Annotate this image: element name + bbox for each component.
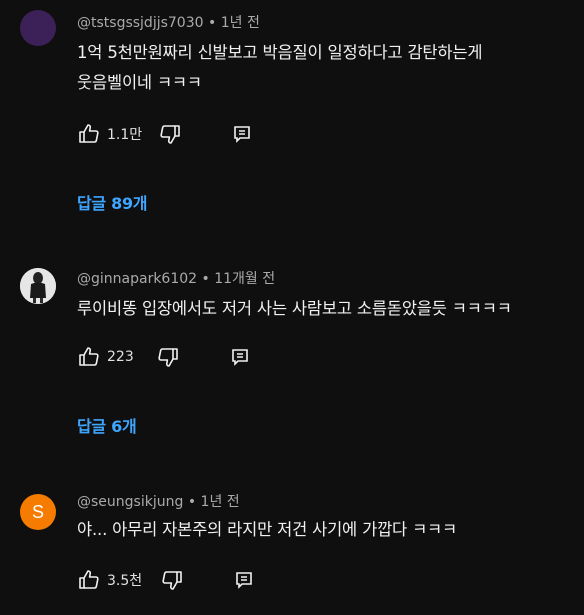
like-count: 3.5천 <box>107 573 143 589</box>
comment-time[interactable]: 11개월 전 <box>214 271 275 287</box>
comment-text: 야... 아무리 자본주의 라지만 저건 사기에 가깝다 ㅋㅋㅋ <box>77 515 567 545</box>
comment-text: 루이비똥 입장에서도 저거 사는 사람보고 소름돋았을듯 ㅋㅋㅋㅋ <box>77 294 567 324</box>
comment-text-line: 야... 아무리 자본주의 라지만 저건 사기에 가깝다 ㅋㅋㅋ <box>77 520 458 539</box>
reply-icon <box>230 347 250 367</box>
dislike-button[interactable] <box>160 568 184 592</box>
meta-separator: • <box>201 271 210 287</box>
dislike-button[interactable] <box>156 345 180 369</box>
comment-meta: @ginnapark6102 • 11개월 전 <box>77 268 275 288</box>
comment-author[interactable]: @ginnapark6102 <box>77 271 197 287</box>
dislike-button[interactable] <box>158 122 182 146</box>
thumbs-up-icon <box>77 122 101 146</box>
comment-actions: 1.1만 <box>77 122 252 146</box>
like-count: 1.1만 <box>107 127 143 143</box>
comment-meta: @tstsgssjdjjs7030 • 1년 전 <box>77 12 260 32</box>
reply-button[interactable] <box>232 124 252 144</box>
meta-separator: • <box>207 15 217 31</box>
like-button[interactable]: 3.5천 <box>77 568 142 592</box>
avatar-photo <box>20 268 56 304</box>
comment-time[interactable]: 1년 전 <box>221 15 260 31</box>
thumbs-down-icon <box>158 122 182 146</box>
like-button[interactable]: 1.1만 <box>77 122 142 146</box>
reply-icon <box>232 124 252 144</box>
thumbs-down-icon <box>156 345 180 369</box>
avatar[interactable] <box>20 268 56 304</box>
reply-button[interactable] <box>230 347 250 367</box>
replies-toggle[interactable]: 답글 6개 <box>77 413 137 437</box>
like-count: 223 <box>107 349 134 365</box>
comment-time[interactable]: 1년 전 <box>201 494 240 510</box>
comment-meta: @seungsikjung • 1년 전 <box>77 491 240 511</box>
reply-icon <box>234 570 254 590</box>
meta-separator: • <box>187 494 197 510</box>
comment-actions: 223 <box>77 345 250 369</box>
thumbs-up-icon <box>77 345 101 369</box>
thumbs-down-icon <box>160 568 184 592</box>
replies-toggle[interactable]: 답글 89개 <box>77 190 148 214</box>
avatar[interactable]: S <box>20 494 56 530</box>
comment-text-line: 웃음벨이네 ㅋㅋㅋ <box>77 73 202 92</box>
like-button[interactable]: 223 <box>77 345 134 369</box>
avatar[interactable] <box>20 10 56 46</box>
comment-text-line: 루이비똥 입장에서도 저거 사는 사람보고 소름돋았을듯 ㅋㅋㅋㅋ <box>77 299 512 318</box>
reply-button[interactable] <box>234 570 254 590</box>
comment-text: 1억 5천만원짜리 신발보고 박음질이 일정하다고 감탄하는게 웃음벨이네 ㅋㅋ… <box>77 38 567 98</box>
thumbs-up-icon <box>77 568 101 592</box>
comment-author[interactable]: @seungsikjung <box>77 494 183 510</box>
avatar-letter: S <box>31 501 44 522</box>
comment-text-line: 1억 5천만원짜리 신발보고 박음질이 일정하다고 감탄하는게 <box>77 43 483 62</box>
comment-author[interactable]: @tstsgssjdjjs7030 <box>77 15 204 31</box>
comment-actions: 3.5천 <box>77 568 254 592</box>
